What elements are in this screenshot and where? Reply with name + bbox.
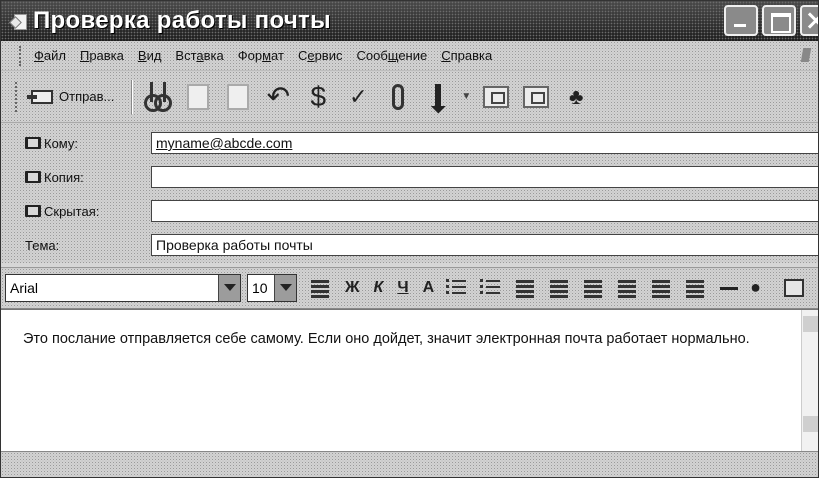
justify-icon[interactable] [684, 278, 706, 298]
to-label[interactable]: Кому: [1, 136, 151, 151]
spelling-icon[interactable]: ✓ [341, 80, 375, 114]
paragraph-style-icon[interactable] [309, 278, 331, 298]
send-button-label: Отправ... [59, 89, 115, 104]
menu-bar: Файл Правка Вид Вставка Формат Сервис Со… [1, 41, 818, 71]
bcc-field[interactable] [151, 200, 818, 222]
title-bar[interactable]: Проверка работы почты [1, 1, 818, 41]
address-fields: Кому: myname@abcde.com Копия: Скрытая: Т… [1, 123, 818, 263]
encrypt-icon[interactable] [519, 80, 553, 114]
font-size-select[interactable]: 10 [247, 274, 297, 302]
check-names-icon[interactable]: $ [301, 80, 335, 114]
menu-file[interactable]: Файл [34, 48, 66, 63]
offline-icon[interactable]: ♣ [559, 80, 593, 114]
status-bar [1, 451, 818, 477]
hyperlink-icon[interactable]: ● [750, 278, 772, 298]
send-icon [27, 89, 53, 104]
send-button[interactable]: Отправ... [24, 80, 123, 114]
address-book-icon [25, 171, 41, 183]
toolbar: Отправ... ↶ $ ✓ ▼ ♣ [1, 71, 818, 123]
toolbar-grip[interactable] [15, 81, 18, 112]
menu-message[interactable]: Сообщение [356, 48, 427, 63]
compose-window: Проверка работы почты Файл Правка Вид Вс… [0, 0, 819, 478]
scroll-down-icon[interactable] [803, 416, 818, 432]
horizontal-line-icon[interactable] [720, 286, 739, 290]
menu-view[interactable]: Вид [138, 48, 162, 63]
toolbar-separator [131, 79, 134, 114]
subject-field[interactable]: Проверка работы почты [151, 234, 818, 256]
bcc-row: Скрытая: [1, 197, 818, 225]
font-name: Arial [10, 280, 39, 296]
minimize-button[interactable] [724, 5, 758, 36]
menu-insert[interactable]: Вставка [175, 48, 223, 63]
menu-format[interactable]: Формат [238, 48, 284, 63]
cut-icon[interactable] [141, 80, 175, 114]
bcc-label[interactable]: Скрытая: [1, 204, 151, 219]
maximize-button[interactable] [762, 5, 796, 36]
increase-indent-icon[interactable] [548, 278, 570, 298]
bullet-list-icon[interactable] [480, 278, 502, 298]
font-color-button[interactable]: A [423, 279, 435, 297]
to-field[interactable]: myname@abcde.com [151, 132, 818, 154]
window-controls [724, 5, 818, 36]
copy-icon[interactable] [181, 80, 215, 114]
bold-button[interactable]: Ж [345, 279, 359, 297]
vertical-scrollbar[interactable] [801, 310, 818, 452]
align-right-icon[interactable] [650, 278, 672, 298]
italic-button[interactable]: К [373, 279, 383, 297]
chevron-down-icon[interactable] [274, 275, 296, 301]
format-bar: Arial 10 Ж К Ч A ● [1, 267, 818, 309]
menu-edit[interactable]: Правка [80, 48, 124, 63]
window-title: Проверка работы почты [33, 7, 331, 34]
chevron-down-icon[interactable] [218, 275, 240, 301]
font-select[interactable]: Arial [5, 274, 241, 302]
cc-label[interactable]: Копия: [1, 170, 151, 185]
menu-tools[interactable]: Сервис [298, 48, 343, 63]
decrease-indent-icon[interactable] [514, 278, 536, 298]
new-message-icon[interactable] [11, 12, 27, 30]
menu-help[interactable]: Справка [441, 48, 492, 63]
numbered-list-icon[interactable] [446, 278, 468, 298]
priority-dropdown-icon[interactable]: ▼ [461, 91, 471, 102]
undo-icon[interactable]: ↶ [261, 80, 295, 114]
sign-icon[interactable] [479, 80, 513, 114]
cc-field[interactable] [151, 166, 818, 188]
insert-picture-icon[interactable] [784, 279, 805, 297]
address-book-icon [25, 205, 41, 217]
align-center-icon[interactable] [616, 278, 638, 298]
priority-icon[interactable] [421, 80, 455, 114]
close-button[interactable] [800, 5, 818, 36]
address-book-icon [25, 137, 41, 149]
subject-label: Тема: [25, 237, 60, 253]
menu-grip[interactable] [19, 45, 22, 66]
attach-icon[interactable] [381, 80, 415, 114]
windows-logo-icon [800, 48, 814, 64]
subject-row: Тема: Проверка работы почты [1, 231, 818, 259]
font-size: 10 [252, 280, 268, 296]
underline-button[interactable]: Ч [397, 279, 408, 297]
to-row: Кому: myname@abcde.com [1, 129, 818, 157]
paste-icon[interactable] [221, 80, 255, 114]
scroll-up-icon[interactable] [803, 316, 818, 332]
message-text[interactable]: Это послание отправляется себе самому. Е… [23, 330, 783, 349]
message-body[interactable]: Это послание отправляется себе самому. Е… [1, 309, 818, 452]
align-left-icon[interactable] [582, 278, 604, 298]
cc-row: Копия: [1, 163, 818, 191]
